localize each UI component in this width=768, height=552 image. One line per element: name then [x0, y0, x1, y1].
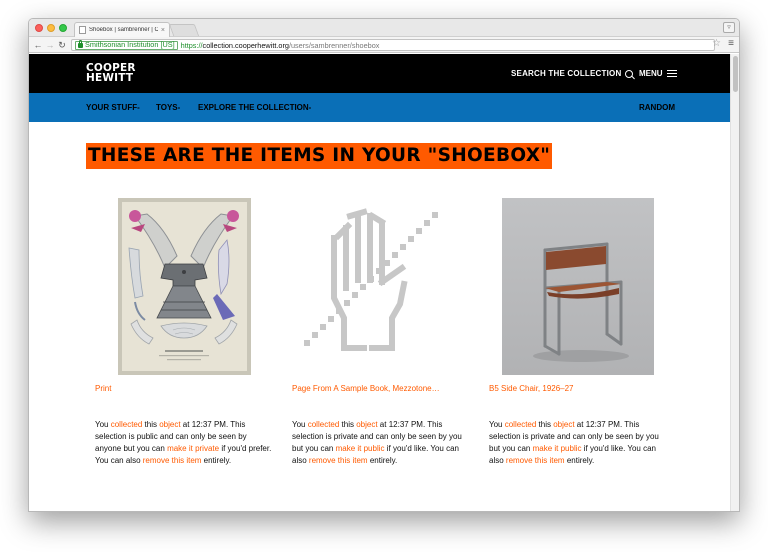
- object-link[interactable]: object: [553, 420, 574, 429]
- item-title-link[interactable]: Page From A Sample Book, Mezzotone…: [292, 384, 440, 393]
- nav-your-stuff[interactable]: YOUR STUFF-: [86, 103, 140, 112]
- no-image-hand-icon: [304, 208, 438, 351]
- fashion-plate-image: [118, 198, 251, 375]
- make-private-link[interactable]: make it private: [167, 444, 219, 453]
- site-header: COOPER HEWITT SEARCH THE COLLECTION MENU: [29, 54, 730, 93]
- item-thumbnail[interactable]: [292, 198, 470, 376]
- item-title-link[interactable]: B5 Side Chair, 1926–27: [489, 384, 574, 393]
- ev-label: Smithsonian Institution [US]: [85, 40, 175, 49]
- scrollbar-thumb[interactable]: [733, 56, 738, 92]
- browser-toolbar: ← → ↻ Smithsonian Institution [US] https…: [29, 37, 739, 53]
- ev-certificate-badge[interactable]: Smithsonian Institution [US]: [75, 40, 178, 50]
- collected-link[interactable]: collected: [111, 420, 143, 429]
- url-host: collection.cooperhewitt.org: [202, 40, 289, 50]
- nav-explore-collection[interactable]: EXPLORE THE COLLECTION-: [198, 103, 311, 112]
- back-arrow-icon[interactable]: ←: [32, 38, 44, 52]
- cooper-hewitt-logo[interactable]: COOPER HEWITT: [86, 63, 136, 84]
- item-thumbnail[interactable]: [489, 198, 667, 376]
- menu-label: MENU: [639, 69, 663, 78]
- lock-icon: [78, 40, 83, 48]
- minimize-window-button[interactable]: [47, 24, 55, 32]
- search-collection-link[interactable]: SEARCH THE COLLECTION: [511, 69, 634, 78]
- item-thumbnail[interactable]: [95, 198, 273, 376]
- close-window-button[interactable]: [35, 24, 43, 32]
- collected-link[interactable]: collected: [505, 420, 537, 429]
- window-controls: [35, 24, 67, 32]
- hamburger-icon: [666, 69, 677, 78]
- url-path: /users/sambrenner/shoebox: [288, 40, 380, 50]
- page-scrollbar[interactable]: [730, 54, 739, 511]
- browser-window: Shoebox | sambrenner | Co × ▿ ← → ↻ Smit…: [28, 18, 740, 512]
- make-public-link[interactable]: make it public: [533, 444, 582, 453]
- remove-item-link[interactable]: remove this item: [309, 456, 368, 465]
- zoom-window-button[interactable]: [59, 24, 67, 32]
- menu-button[interactable]: MENU: [639, 69, 677, 78]
- page-icon: [79, 26, 86, 34]
- item-description: You collected this object at 12:37 PM. T…: [95, 420, 272, 465]
- search-icon: [625, 69, 634, 78]
- collected-link[interactable]: collected: [308, 420, 340, 429]
- tab-title: Shoebox | sambrenner | Co: [89, 27, 158, 33]
- item-title-link[interactable]: Print: [95, 384, 111, 393]
- shoebox-item: Page From A Sample Book, Mezzotone… You …: [292, 198, 470, 465]
- shoebox-item: Print You collected this object at 12:37…: [95, 198, 273, 465]
- logo-line-2: HEWITT: [86, 72, 134, 84]
- remove-item-link[interactable]: remove this item: [506, 456, 565, 465]
- item-description: You collected this object at 12:37 PM. T…: [292, 420, 462, 465]
- tab-close-icon[interactable]: ×: [161, 27, 165, 34]
- bookmark-star-icon[interactable]: ☆: [712, 38, 721, 49]
- reload-icon[interactable]: ↻: [56, 38, 68, 52]
- nav-toys[interactable]: TOYS-: [156, 103, 180, 112]
- search-label: SEARCH THE COLLECTION: [511, 69, 622, 78]
- page-heading-banner: THESE ARE THE ITEMS IN YOUR "SHOEBOX": [86, 143, 553, 169]
- new-tab-button[interactable]: [168, 24, 200, 36]
- tab-strip: Shoebox | sambrenner | Co × ▿: [29, 19, 739, 37]
- make-public-link[interactable]: make it public: [336, 444, 385, 453]
- object-link[interactable]: object: [356, 420, 377, 429]
- url-scheme: https://: [180, 40, 203, 50]
- side-chair-image: [502, 198, 654, 375]
- page-viewport: COOPER HEWITT SEARCH THE COLLECTION MENU…: [29, 54, 739, 511]
- item-description: You collected this object at 12:37 PM. T…: [489, 420, 659, 465]
- browser-menu-icon[interactable]: ≡: [728, 38, 734, 49]
- object-link[interactable]: object: [159, 420, 180, 429]
- shoebox-item: B5 Side Chair, 1926–27 You collected thi…: [489, 198, 667, 465]
- nav-random[interactable]: RANDOM: [639, 103, 675, 112]
- forward-arrow-icon[interactable]: →: [44, 38, 56, 52]
- profile-icon[interactable]: ▿: [723, 22, 735, 33]
- sub-navigation: YOUR STUFF- TOYS- EXPLORE THE COLLECTION…: [29, 93, 730, 122]
- page-title: THESE ARE THE ITEMS IN YOUR "SHOEBOX": [88, 145, 551, 166]
- browser-tab[interactable]: Shoebox | sambrenner | Co ×: [74, 22, 170, 37]
- remove-item-link[interactable]: remove this item: [143, 456, 202, 465]
- address-bar[interactable]: Smithsonian Institution [US] https://col…: [71, 39, 715, 51]
